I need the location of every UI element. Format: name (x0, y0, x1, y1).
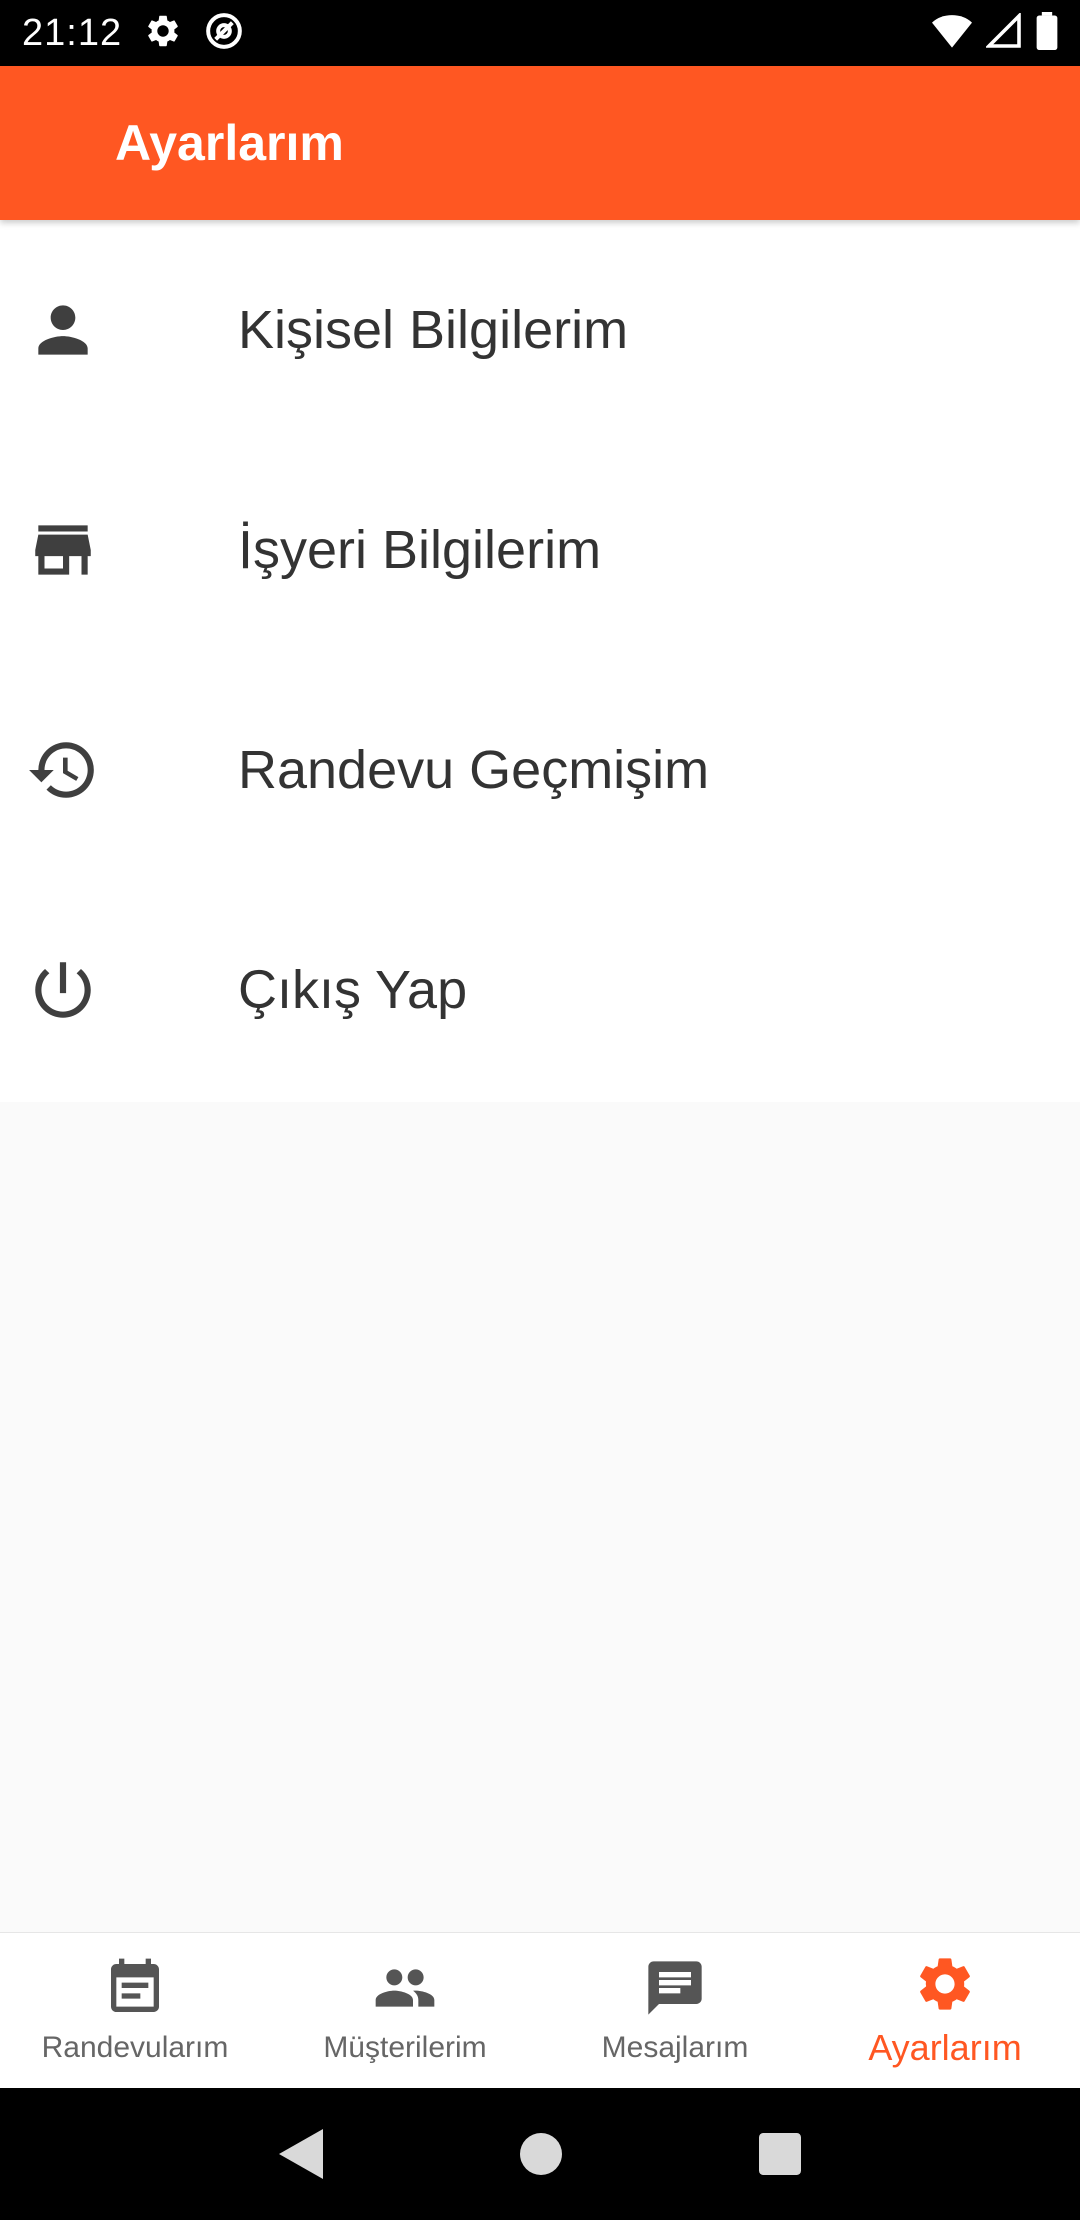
status-time: 21:12 (22, 11, 123, 54)
menu-item-label: Kişisel Bilgilerim (238, 300, 629, 360)
menu-item-logout[interactable]: Çıkış Yap (0, 880, 1080, 1100)
signal-icon (984, 11, 1022, 54)
nav-item-label: Ayarlarım (868, 2027, 1022, 2068)
system-navigation-bar (0, 2088, 1080, 2220)
history-icon (0, 733, 238, 807)
person-icon (0, 293, 238, 367)
nav-item-customers[interactable]: Müşterilerim (270, 1933, 540, 2088)
calendar-icon (103, 1956, 167, 2031)
nav-item-messages[interactable]: Mesajlarım (540, 1933, 810, 2088)
status-right (932, 11, 1058, 55)
page-title: Ayarlarım (115, 115, 344, 171)
app-bar: Ayarlarım (0, 66, 1080, 220)
status-bar: 21:12 (0, 0, 1080, 66)
nav-item-label: Müşterilerim (323, 2031, 487, 2064)
wifi-icon (932, 13, 972, 54)
back-icon[interactable] (278, 2129, 323, 2179)
menu-item-personal-info[interactable]: Kişisel Bilgilerim (0, 220, 1080, 440)
store-icon (0, 513, 238, 587)
nav-item-label: Mesajlarım (601, 2031, 749, 2064)
nav-item-label: Randevularım (41, 2031, 229, 2064)
people-icon (373, 1956, 437, 2031)
at-sign-icon (204, 11, 244, 56)
nav-item-appointments[interactable]: Randevularım (0, 1933, 270, 2088)
battery-icon (1036, 11, 1058, 55)
menu-item-workplace-info[interactable]: İşyeri Bilgilerim (0, 440, 1080, 660)
menu-item-label: Randevu Geçmişim (238, 740, 710, 800)
power-icon (0, 953, 238, 1027)
bottom-navigation: Randevularım Müşterilerim Mesajlarım Aya… (0, 1932, 1080, 2088)
status-left: 21:12 (22, 11, 244, 56)
menu-item-appointment-history[interactable]: Randevu Geçmişim (0, 660, 1080, 880)
nav-item-settings[interactable]: Ayarlarım (810, 1933, 1080, 2088)
home-icon[interactable] (519, 2133, 562, 2175)
menu-item-label: Çıkış Yap (238, 960, 468, 1020)
settings-menu: Kişisel Bilgilerim İşyeri Bilgilerim Ran… (0, 220, 1080, 1102)
gear-icon (144, 12, 182, 55)
settings-icon (913, 1952, 977, 2027)
message-icon (643, 1956, 707, 2031)
menu-item-label: İşyeri Bilgilerim (238, 520, 602, 580)
recents-icon[interactable] (759, 2133, 802, 2175)
